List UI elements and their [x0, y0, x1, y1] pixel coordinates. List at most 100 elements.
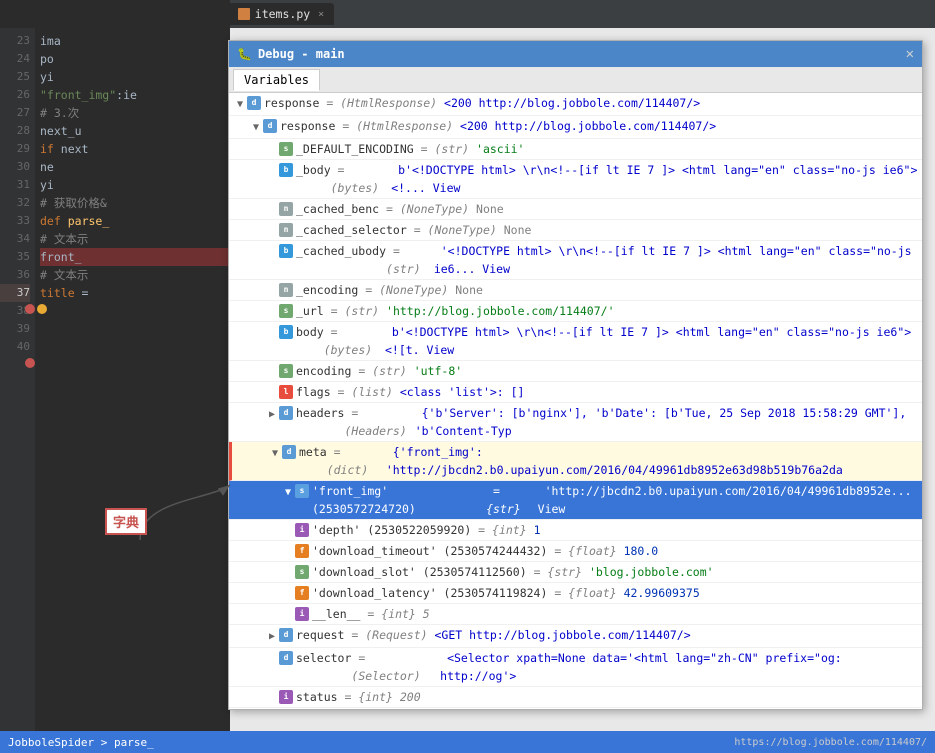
var-row-download-latency[interactable]: f 'download_latency' (2530574119824) = {…: [229, 583, 922, 604]
var-name-flags: flags: [296, 383, 331, 401]
var-value-depth: 1: [527, 521, 541, 539]
debug-icon: 🐛: [237, 47, 252, 61]
expand-meta[interactable]: [268, 445, 282, 463]
var-icon-len: i: [295, 607, 309, 621]
expand-headers[interactable]: [265, 406, 279, 424]
var-type-len: = {int} 5: [360, 605, 429, 623]
var-row-body[interactable]: b _body = (bytes) b'<!DOCTYPE html> \r\n…: [229, 160, 922, 199]
breakpoint-40: [25, 358, 35, 368]
var-value-cached-selector: None: [497, 221, 532, 239]
var-icon-download-slot: s: [295, 565, 309, 579]
var-row-flags[interactable]: l flags = (list) <class 'list'>: []: [229, 382, 922, 403]
var-row-default-encoding[interactable]: s _DEFAULT_ENCODING = (str) 'ascii': [229, 139, 922, 160]
status-bar: JobboleSpider > parse_ https://blog.jobb…: [0, 731, 935, 753]
var-type-cached-ubody: = (str): [386, 242, 434, 278]
var-type-headers: = (Headers): [344, 404, 414, 440]
tab-items-py-close[interactable]: ×: [318, 9, 324, 20]
var-value-encoding: None: [448, 281, 483, 299]
var-type-depth: = {int}: [471, 521, 526, 539]
tab-variables-label: Variables: [244, 73, 309, 87]
expand-response1[interactable]: [233, 96, 247, 114]
var-row-request[interactable]: d request = (Request) <GET http://blog.j…: [229, 625, 922, 648]
var-row-body2[interactable]: b body = (bytes) b'<!DOCTYPE html> \r\n<…: [229, 322, 922, 361]
var-name-meta: meta: [299, 443, 327, 461]
var-icon-response1: d: [247, 96, 261, 110]
editor-area: 23242526 27282930 31323334 3536 37 38394…: [0, 0, 230, 753]
var-type-encoding2: = (str): [351, 362, 406, 380]
var-row-cached-benc[interactable]: n _cached_benc = (NoneType) None: [229, 199, 922, 220]
tab-items-py[interactable]: items.py ×: [228, 3, 334, 25]
dict-label: 字典: [105, 508, 147, 535]
tab-variables[interactable]: Variables: [233, 69, 320, 91]
var-row-url[interactable]: s _url = (str) 'http://blog.jobbole.com/…: [229, 301, 922, 322]
var-icon-encoding2: s: [279, 364, 293, 378]
items-py-icon: [238, 8, 250, 20]
var-value-flags: <class 'list'>: []: [393, 383, 525, 401]
var-name-body: _body: [296, 161, 331, 179]
var-icon-body: b: [279, 163, 293, 177]
var-type-cached-benc: = (NoneType): [379, 200, 469, 218]
var-value-cached-ubody: '<!DOCTYPE html> \r\n<!--[if lt IE 7 ]> …: [434, 242, 918, 278]
var-icon-front-img: s: [295, 484, 309, 498]
var-name-response1: response: [264, 94, 319, 112]
warning-dot-37: [37, 304, 47, 314]
var-name-encoding: _encoding: [296, 281, 358, 299]
var-type-response2: = (HtmlResponse): [335, 117, 453, 135]
var-icon-body2: b: [279, 325, 293, 339]
var-icon-download-timeout: f: [295, 544, 309, 558]
var-row-download-slot[interactable]: s 'download_slot' (2530574112560) = {str…: [229, 562, 922, 583]
var-type-meta: = (dict): [327, 443, 386, 479]
var-row-len[interactable]: i __len__ = {int} 5: [229, 604, 922, 625]
code-content: ima po yi "front_img":ie # 3.次 next_u if…: [35, 28, 230, 753]
var-name-encoding2: encoding: [296, 362, 351, 380]
debug-close-button[interactable]: ✕: [906, 46, 914, 62]
var-value-cached-benc: None: [469, 200, 504, 218]
var-row-response2[interactable]: d response = (HtmlResponse) <200 http://…: [229, 116, 922, 139]
var-type-request: = (Request): [344, 626, 427, 644]
var-row-headers[interactable]: d headers = (Headers) {'b'Server': [b'ng…: [229, 403, 922, 442]
var-row-status[interactable]: i status = {int} 200: [229, 687, 922, 708]
var-row-text[interactable]: s text = (str) '<!DOCTYPE html> \r\n<!--…: [229, 708, 922, 709]
var-icon-cached-benc: n: [279, 202, 293, 216]
var-type-url: = (str): [324, 302, 379, 320]
expand-front-img[interactable]: [281, 484, 295, 502]
debug-panel: 🐛 Debug - main ✕ Variables d response = …: [228, 40, 923, 710]
var-row-meta[interactable]: d meta = (dict) {'front_img': 'http://jb…: [229, 442, 922, 481]
var-value-url: 'http://blog.jobbole.com/114407/': [379, 302, 614, 320]
var-type-body: = (bytes): [331, 161, 392, 197]
var-type-front-img: = {str}: [486, 482, 538, 518]
var-icon-download-latency: f: [295, 586, 309, 600]
var-name-headers: headers: [296, 404, 344, 422]
variables-panel[interactable]: d response = (HtmlResponse) <200 http://…: [229, 93, 922, 709]
var-value-front-img: 'http://jbcdn2.b0.upaiyun.com/2016/04/49…: [538, 482, 918, 518]
var-value-meta: {'front_img': 'http://jbcdn2.b0.upaiyun.…: [386, 443, 918, 479]
var-name-cached-selector: _cached_selector: [296, 221, 407, 239]
var-type-default-encoding: = (str): [414, 140, 469, 158]
var-row-cached-selector[interactable]: n _cached_selector = (NoneType) None: [229, 220, 922, 241]
var-icon-depth: i: [295, 523, 309, 537]
var-name-response2: response: [280, 117, 335, 135]
var-row-download-timeout[interactable]: f 'download_timeout' (2530574244432) = {…: [229, 541, 922, 562]
var-type-download-timeout: = {float}: [547, 542, 616, 560]
var-value-body2: b'<!DOCTYPE html> \r\n<!--[if lt IE 7 ]>…: [385, 323, 918, 359]
var-row-depth[interactable]: i 'depth' (2530522059920) = {int} 1: [229, 520, 922, 541]
var-value-request: <GET http://blog.jobbole.com/114407/>: [428, 626, 691, 644]
var-row-response1[interactable]: d response = (HtmlResponse) <200 http://…: [229, 93, 922, 116]
var-row-encoding2[interactable]: s encoding = (str) 'utf-8': [229, 361, 922, 382]
var-type-encoding: = (NoneType): [358, 281, 448, 299]
var-row-selector[interactable]: d selector = (Selector) <Selector xpath=…: [229, 648, 922, 687]
var-row-encoding[interactable]: n _encoding = (NoneType) None: [229, 280, 922, 301]
var-value-download-slot: 'blog.jobbole.com': [582, 563, 714, 581]
var-row-front-img[interactable]: s 'front_img' (2530572724720) = {str} 'h…: [229, 481, 922, 520]
var-type-flags: = (list): [331, 383, 393, 401]
var-value-response1: <200 http://blog.jobbole.com/114407/>: [437, 94, 700, 112]
var-icon-selector: d: [279, 651, 293, 665]
debug-title-bar: 🐛 Debug - main ✕: [229, 41, 922, 67]
var-name-url: _url: [296, 302, 324, 320]
expand-request[interactable]: [265, 628, 279, 646]
var-value-download-timeout: 180.0: [617, 542, 659, 560]
expand-response2[interactable]: [249, 119, 263, 137]
var-name-depth: 'depth' (2530522059920): [312, 521, 471, 539]
var-row-cached-ubody[interactable]: b _cached_ubody = (str) '<!DOCTYPE html>…: [229, 241, 922, 280]
var-name-selector: selector: [296, 649, 351, 667]
